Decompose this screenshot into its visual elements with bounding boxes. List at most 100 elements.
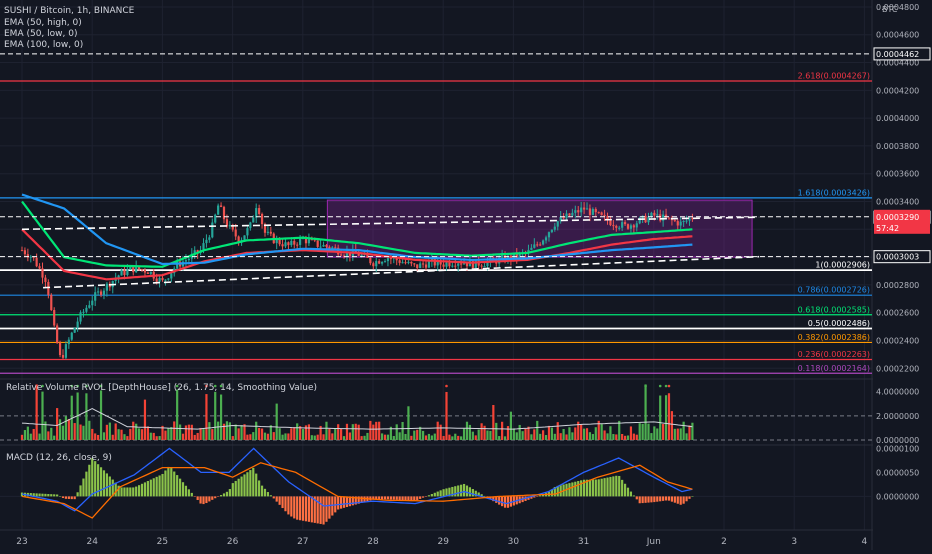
- candle-body: [61, 355, 65, 358]
- time-tick-label: 28: [367, 537, 379, 547]
- candle-body: [307, 239, 311, 244]
- macd-histogram-bar: [533, 496, 536, 498]
- rvol-bar: [635, 434, 638, 440]
- candle-body: [530, 247, 533, 250]
- macd-histogram-bar: [284, 496, 287, 512]
- rvol-bar: [219, 394, 223, 440]
- candle-body: [404, 262, 407, 264]
- candle-body: [53, 310, 56, 326]
- fib-level-label: 0.618(0.0002585): [798, 305, 870, 314]
- rvol-bar: [47, 431, 50, 440]
- candle-body: [676, 221, 679, 226]
- rvol-bar: [164, 430, 167, 440]
- candle-body: [577, 210, 580, 213]
- indicator-ema50-low-label[interactable]: EMA (50, low, 0): [4, 29, 77, 39]
- rvol-bar: [334, 428, 337, 440]
- macd-histogram-bar: [664, 496, 668, 501]
- macd-histogram-bar: [316, 496, 319, 524]
- candle-body: [284, 242, 287, 247]
- rvol-bar: [205, 394, 208, 440]
- time-tick-label: 30: [508, 537, 520, 547]
- macd-histogram-bar: [64, 496, 68, 499]
- candle-body: [184, 260, 188, 262]
- rvol-bar: [269, 425, 272, 440]
- macd-histogram-bar: [667, 496, 671, 501]
- chart-title: SUSHI / Bitcoin, 1h, BINANCE: [4, 6, 135, 16]
- candle-body: [50, 294, 53, 311]
- fib-level-label: 0.382(0.0002386): [798, 333, 870, 342]
- macd-histogram-bar: [176, 475, 179, 497]
- rvol-bar: [448, 434, 451, 440]
- macd-histogram-bar: [281, 496, 284, 509]
- macd-histogram-bar: [58, 496, 62, 497]
- macd-histogram-bar: [392, 496, 395, 500]
- candle-body: [588, 208, 592, 215]
- macd-histogram-bar: [670, 496, 674, 502]
- macd-histogram-bar: [416, 496, 419, 501]
- rvol-bar: [477, 429, 480, 440]
- time-tick-label: 25: [157, 537, 168, 547]
- rvol-bar: [152, 432, 155, 440]
- rvol-bar: [307, 424, 311, 440]
- macd-title[interactable]: MACD (12, 26, close, 9): [6, 453, 112, 463]
- price-tick-label: 0.0004000: [876, 114, 919, 123]
- rvol-bar: [108, 422, 111, 440]
- candle-body: [662, 214, 665, 221]
- candle-body: [129, 267, 132, 270]
- rvol-bar: [588, 432, 592, 440]
- macd-histogram-bar: [214, 496, 217, 499]
- rvol-bar: [653, 426, 656, 440]
- trading-chart[interactable]: 2.618(0.0004267) 1.618(0.0003426) 1(0.0002…: [0, 0, 932, 550]
- macd-histogram-bar: [181, 482, 185, 497]
- rvol-bar: [460, 436, 463, 440]
- candle-body: [293, 240, 296, 245]
- candle-body: [383, 261, 387, 263]
- time-tick-label: 31: [578, 537, 589, 547]
- rvol-tick-label: 2.0000000: [876, 412, 919, 421]
- macd-histogram-bar: [184, 485, 188, 497]
- rvol-bar: [530, 434, 533, 440]
- rvol-bar: [451, 436, 454, 440]
- chart-canvas[interactable]: 2.618(0.0004267) 1.618(0.0003426) 1(0.0002…: [0, 0, 932, 550]
- rvol-bar: [58, 419, 62, 440]
- rvol-bar: [603, 430, 606, 440]
- macd-histogram-bar: [88, 464, 91, 497]
- indicator-ema100-low-label[interactable]: EMA (100, low, 0): [4, 40, 83, 50]
- macd-histogram-bar: [682, 496, 685, 504]
- macd-histogram-bar: [310, 496, 313, 523]
- candle-body: [219, 205, 223, 207]
- candle-body: [316, 240, 319, 247]
- rvol-bar: [542, 430, 545, 440]
- rvol-bar: [439, 424, 442, 440]
- candle-body: [91, 300, 94, 306]
- rvol-bar: [553, 433, 556, 440]
- macd-histogram-bar: [299, 496, 302, 521]
- candle-body: [480, 265, 483, 267]
- candle-body: [413, 263, 416, 265]
- macd-histogram-bar: [190, 492, 193, 497]
- macd-histogram-bar: [626, 487, 630, 497]
- rvol-bar: [313, 435, 316, 440]
- rvol-bar: [155, 436, 158, 440]
- macd-histogram-bar: [632, 495, 635, 497]
- candle-body: [278, 239, 281, 245]
- macd-histogram-bar: [61, 496, 65, 499]
- candle-body: [635, 223, 638, 228]
- time-tick-label: 27: [297, 537, 308, 547]
- rvol-bar: [503, 436, 507, 440]
- rvol-title[interactable]: Relative Volume RVOL [DepthHouse] (26, 1…: [6, 383, 317, 393]
- indicator-ema50-high-label[interactable]: EMA (50, high, 0): [4, 18, 82, 28]
- rvol-bar: [424, 435, 428, 440]
- time-tick-label: 3: [791, 537, 797, 547]
- rvol-bar: [495, 422, 498, 440]
- macd-histogram-bar: [430, 494, 433, 497]
- candle-body: [126, 269, 129, 275]
- macd-histogram-bar: [140, 483, 144, 497]
- macd-histogram-bar: [404, 496, 407, 501]
- rvol-bar: [430, 435, 433, 440]
- price-level-box-text: 0.0003003: [876, 253, 919, 262]
- time-tick-label: 4: [862, 537, 868, 547]
- time-tick-label: 26: [227, 537, 239, 547]
- rvol-bar: [682, 421, 685, 440]
- rvol-bar: [565, 434, 568, 440]
